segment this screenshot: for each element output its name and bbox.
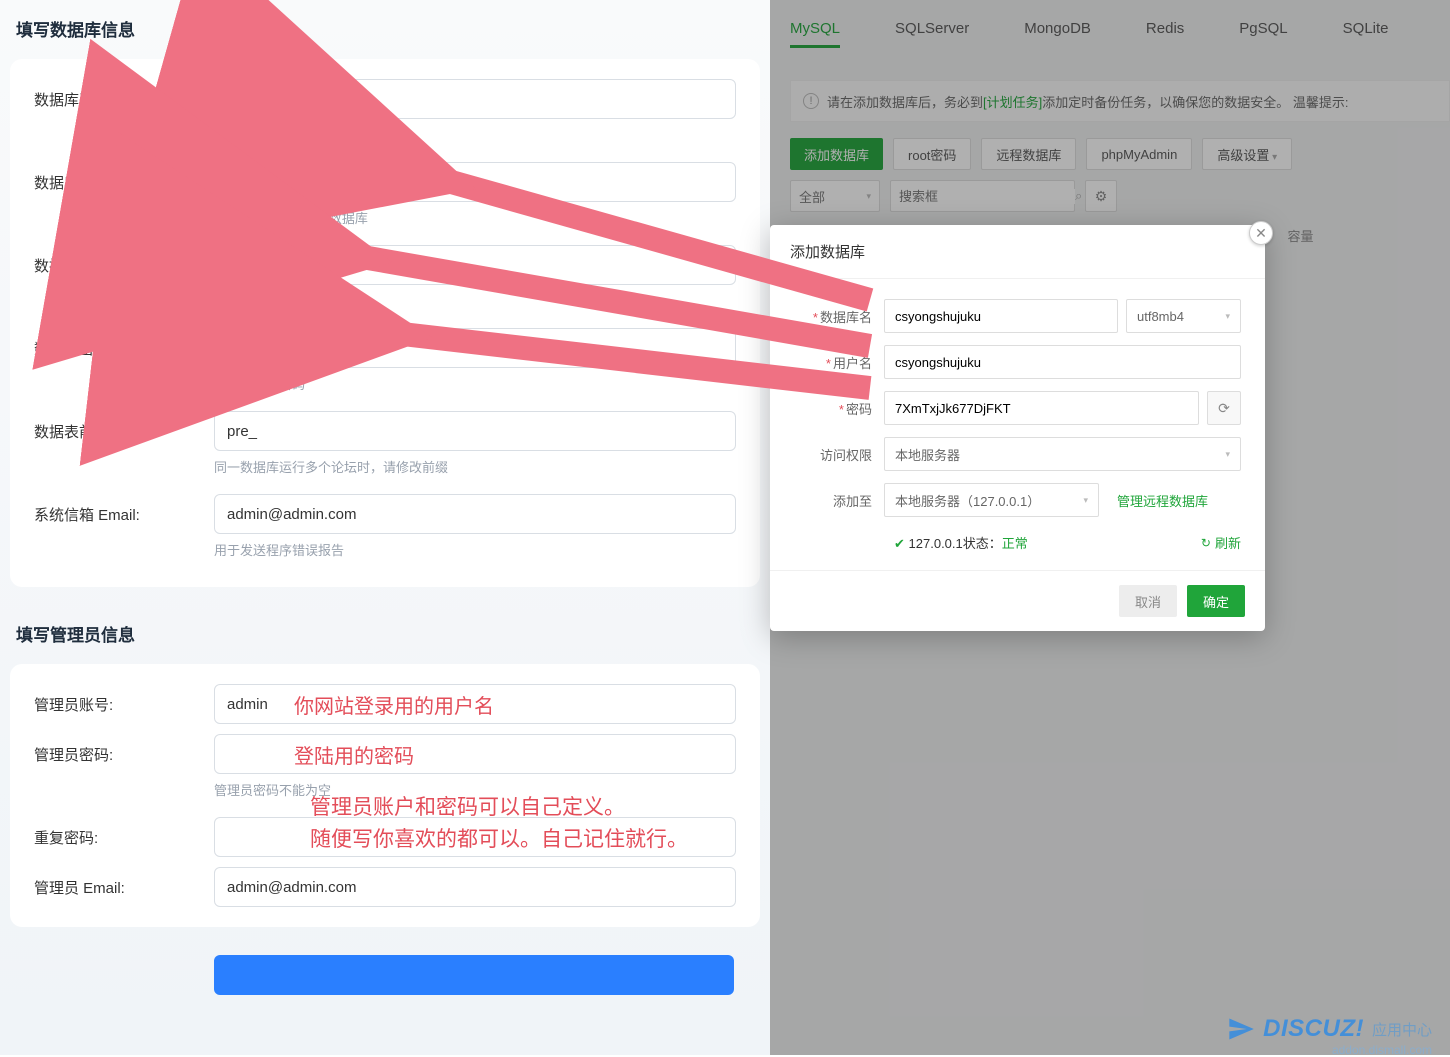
db-name-hint: 用于安装 Discuz! 的数据库 — [214, 208, 736, 227]
db-prefix-input[interactable] — [214, 411, 736, 451]
close-icon[interactable]: ✕ — [1249, 221, 1273, 245]
db-name-label: 数据库名: — [34, 162, 214, 193]
db-server-label: 数据库服务器地址: — [34, 79, 214, 110]
m-user-input[interactable] — [884, 345, 1241, 379]
add-db-modal: ✕ 添加数据库 *数据库名 utf8mb4▾ *用户名 *密码 ⟳ — [770, 225, 1265, 631]
admin-email-input[interactable] — [214, 867, 736, 907]
check-circle-icon: ✔ — [894, 536, 905, 551]
confirm-button[interactable]: 确定 — [1187, 585, 1245, 617]
admin-password-label: 管理员密码: — [34, 734, 214, 765]
sys-email-hint: 用于发送程序错误报告 — [214, 540, 736, 559]
db-prefix-hint: 同一数据库运行多个论坛时，请修改前缀 — [214, 457, 736, 476]
m-access-label: 访问权限 — [794, 445, 884, 464]
refresh-icon: ↻ — [1201, 536, 1211, 550]
section-db-title: 填写数据库信息 — [10, 10, 760, 59]
db-form-card: 数据库服务器地址: 一般为 127.0.0.1 或 localhost 数据库名… — [10, 59, 760, 587]
annotation-password: 登陆用的密码 — [294, 740, 414, 769]
server-status: ✔ 127.0.0.1状态：正常 — [894, 533, 1028, 552]
annotation-username: 你网站登录用的用户名 — [294, 690, 494, 719]
section-admin-title: 填写管理员信息 — [10, 615, 760, 664]
m-access-select[interactable]: 本地服务器▾ — [884, 437, 1241, 471]
cancel-button[interactable]: 取消 — [1119, 585, 1177, 617]
m-pass-input[interactable] — [884, 391, 1199, 425]
m-dbname-input[interactable] — [884, 299, 1118, 333]
annotation-note: 管理员账户和密码可以自己定义。 随便写你喜欢的都可以。自己记住就行。 — [310, 792, 688, 855]
sys-email-label: 系统信箱 Email: — [34, 494, 214, 525]
db-user-input[interactable] — [214, 245, 736, 285]
modal-title: 添加数据库 — [770, 225, 1265, 279]
db-server-hint: 一般为 127.0.0.1 或 localhost — [214, 125, 736, 144]
db-server-input[interactable] — [214, 79, 736, 119]
admin-account-label: 管理员账号: — [34, 684, 214, 715]
m-charset-select[interactable]: utf8mb4▾ — [1126, 299, 1241, 333]
db-panel: MySQL SQLServer MongoDB Redis PgSQL SQLi… — [770, 0, 1450, 1055]
regen-pass-icon[interactable]: ⟳ — [1207, 391, 1241, 425]
admin-email-label: 管理员 Email: — [34, 867, 214, 898]
m-user-label: *用户名 — [794, 353, 884, 372]
db-prefix-label: 数据表前缀: — [34, 411, 214, 442]
watermark-brand: DISCUZ! — [1263, 1015, 1364, 1043]
m-addto-select[interactable]: 本地服务器（127.0.0.1）▾ — [884, 483, 1099, 517]
m-dbname-label: *数据库名 — [794, 307, 884, 326]
db-pass-hint: 您的数据库密码 — [214, 374, 736, 393]
admin-repeat-label: 重复密码: — [34, 817, 214, 848]
watermark-sub: 应用中心 — [1372, 1019, 1432, 1040]
db-pass-label: 数据库密码: — [34, 328, 214, 359]
refresh-link[interactable]: ↻ 刷新 — [1201, 533, 1241, 552]
admin-form-card: 管理员账号: 你网站登录用的用户名 管理员密码: 登陆用的密码 管理员密码不能为… — [10, 664, 760, 927]
db-name-input[interactable] — [214, 162, 736, 202]
db-user-hint: 您的数据库用户名 — [214, 291, 736, 310]
manage-remote-link[interactable]: 管理远程数据库 — [1107, 491, 1208, 510]
submit-button[interactable] — [214, 955, 734, 995]
db-pass-input[interactable] — [214, 328, 736, 368]
db-user-label: 数据库用户名: — [34, 245, 214, 276]
admin-password-input[interactable] — [214, 734, 736, 774]
watermark: DISCUZ! 应用中心 addon.dismall.com — [1227, 1015, 1432, 1043]
left-install-form: 填写数据库信息 数据库服务器地址: 一般为 127.0.0.1 或 localh… — [0, 0, 770, 1055]
sys-email-input[interactable] — [214, 494, 736, 534]
m-addto-label: 添加至 — [794, 491, 884, 510]
paper-plane-icon — [1227, 1015, 1255, 1043]
m-pass-label: *密码 — [794, 399, 884, 418]
